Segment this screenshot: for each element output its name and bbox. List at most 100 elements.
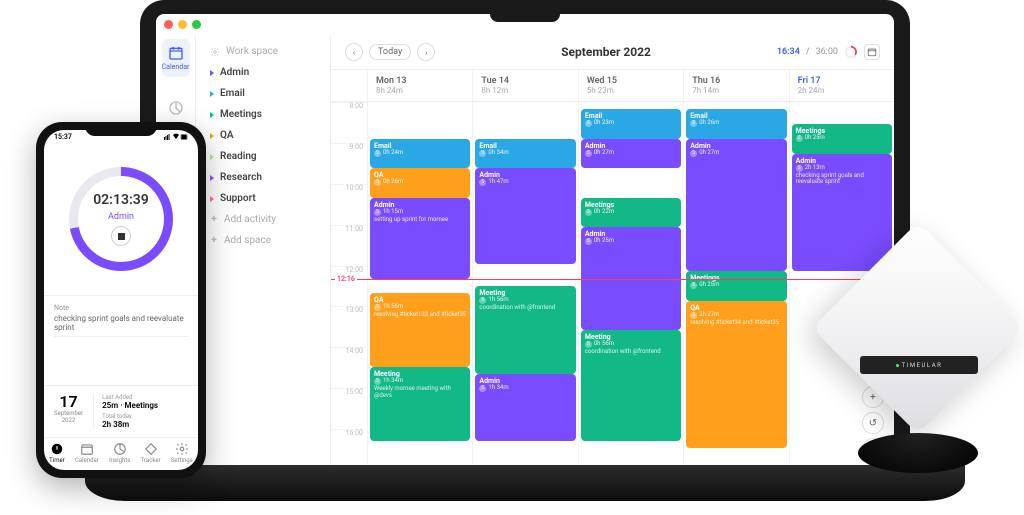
day-col-tue[interactable]: EmailS0h 34mAdminS1h 47m MeetingS1h 56mco… [472, 102, 577, 470]
activity-label: Support [220, 193, 256, 204]
tracker-body [812, 222, 1024, 434]
day-summary: 8h 24m [376, 86, 464, 95]
time-sep: / [806, 47, 810, 57]
day-name: Thu 16 [692, 76, 780, 86]
hour-label: 9:00 [331, 143, 367, 184]
phone-screen: 15:37 02:13:39 Admin Note checking sprin [44, 130, 198, 470]
calendar-event[interactable]: AdminS0h 27m [686, 139, 786, 271]
calendar-event[interactable]: EmailS0h 26m [686, 109, 786, 138]
timer-ring: 02:13:39 Admin [69, 167, 173, 271]
summary-month: September [54, 410, 83, 417]
sidebar-activity[interactable]: Email [206, 83, 320, 104]
tab-tracker[interactable]: Tracker [141, 442, 161, 464]
day-header[interactable]: Wed 155h 23m [578, 70, 683, 101]
calendar-event[interactable]: MeetingS1h 34mWeekly mornee meeting with… [370, 367, 470, 441]
hour-label: 10:00 [331, 184, 367, 225]
calendar-event[interactable]: AdminS1h 15msetting up sprint for mornee [370, 198, 470, 279]
note-section: Note checking sprint goals and reevaluat… [44, 295, 198, 345]
day-header[interactable]: Fri 172h 24m [789, 70, 894, 101]
calendar-icon [168, 45, 184, 61]
calendar-event[interactable]: QAS0h 26m [370, 168, 470, 197]
calendar-event[interactable]: AdminS1h 47m [475, 168, 575, 264]
prev-button[interactable]: ‹ [345, 43, 363, 61]
tracker-band: TIMEULAR [860, 356, 978, 374]
gear-icon [210, 47, 220, 57]
tab-label: Timer [49, 457, 65, 464]
tab-timer[interactable]: Timer [49, 442, 65, 464]
today-button[interactable]: Today [369, 44, 411, 60]
sidebar-activity[interactable]: Reading [206, 146, 320, 167]
summary-year: 2022 [54, 417, 83, 424]
header-right: 16:34 / 36:00 [777, 44, 880, 60]
next-button[interactable]: › [417, 43, 435, 61]
close-window-button[interactable] [164, 20, 173, 29]
activity-label: Research [220, 172, 262, 183]
calendar-event[interactable]: QAS1h 56mresolving #ticket133 and #ticke… [370, 293, 470, 367]
triangle-icon [210, 196, 214, 202]
day-header[interactable]: Thu 167h 14m [683, 70, 788, 101]
timer-icon [50, 442, 64, 456]
tab-insights[interactable]: Insights [109, 442, 130, 464]
phone-notch [85, 122, 157, 136]
tab-label: Calendar [75, 457, 99, 464]
tracker-device: TIMEULAR [828, 248, 1008, 428]
sidebar-activity[interactable]: QA [206, 125, 320, 146]
day-col-wed[interactable]: EmailS0h 23mAdminS0h 27mMeetingsS0h 22mA… [578, 102, 683, 470]
hour-label: 8:00 [331, 102, 367, 143]
note-label: Note [54, 304, 188, 312]
calendar-event[interactable]: MeetingS1h 56mcoordination with @fronten… [475, 286, 575, 374]
view-toggle-button[interactable] [864, 44, 880, 60]
day-col-thu[interactable]: EmailS0h 26mAdminS0h 27mMeetingsS0h 25mQ… [683, 102, 788, 470]
stop-button[interactable] [111, 226, 131, 246]
event-duration: S0h 25m [690, 282, 782, 289]
sidebar-workspace[interactable]: Work space [206, 41, 320, 62]
day-name: Tue 14 [481, 76, 569, 86]
day-summary: 5h 23m [587, 86, 675, 95]
day-header[interactable]: Tue 148h 12m [472, 70, 577, 101]
add-space-button[interactable]: +Add space [206, 230, 320, 251]
calendar-event[interactable]: AdminS0h 27m [581, 139, 681, 168]
maximize-window-button[interactable] [192, 20, 201, 29]
tab-settings[interactable]: Settings [171, 442, 193, 464]
calendar-header: ‹ Today › September 2022 16:34 / 36:00 [331, 35, 894, 70]
sidebar-activity[interactable]: Research [206, 167, 320, 188]
sidebar-activity[interactable]: Admin [206, 62, 320, 83]
day-name: Wed 15 [587, 76, 675, 86]
tab-bar: Timer Calendar Insights Tracker Settings [44, 437, 198, 470]
calendar-event[interactable]: MeetingsS0h 25m [686, 271, 786, 300]
calendar-event[interactable]: EmailS0h 34m [475, 139, 575, 168]
total-today-value: 2h 38m [102, 420, 158, 429]
hour-label: 14:00 [331, 347, 367, 388]
event-duration: S0h 56m [585, 341, 677, 348]
calendar-event[interactable]: EmailS0h 24m [370, 139, 470, 168]
add-activity-button[interactable]: +Add activity [206, 209, 320, 230]
tab-calendar[interactable]: Calendar [75, 442, 99, 464]
calendar-event[interactable]: MeetingsS0h 25m [792, 124, 892, 153]
last-added-label: Last Added [102, 394, 158, 401]
event-duration: S0h 22m [585, 209, 677, 216]
activity-label: Admin [220, 67, 249, 78]
note-input[interactable]: checking sprint goals and reevaluate spr… [54, 312, 188, 337]
timer-activity[interactable]: Admin [108, 212, 134, 222]
calendar-event[interactable]: MeetingS0h 56mcoordination with @fronten… [581, 330, 681, 440]
progress-ring-icon [844, 45, 858, 59]
tab-label: Settings [171, 457, 193, 464]
triangle-icon [210, 175, 214, 181]
calendar-event[interactable]: QAS2h 27mresolving #ticket34 and #ticket… [686, 301, 786, 448]
calendar-event[interactable]: MeetingsS0h 22m [581, 198, 681, 227]
rail-calendar[interactable]: Calendar [162, 39, 190, 77]
timer-ring-inner: 02:13:39 Admin [78, 176, 164, 262]
total-today-label: Total today [102, 413, 158, 420]
hour-label: 11:00 [331, 225, 367, 266]
event-duration: S2h 27m [690, 312, 782, 319]
sidebar-activity[interactable]: Meetings [206, 104, 320, 125]
calendar-grid[interactable]: 8:009:0010:0011:0012:0013:0014:0015:0016… [331, 102, 894, 470]
day-col-mon[interactable]: EmailS0h 24mQAS0h 26mAdminS1h 15msetting… [367, 102, 472, 470]
sidebar-activity[interactable]: Support [206, 188, 320, 209]
minimize-window-button[interactable] [178, 20, 187, 29]
day-header[interactable]: Mon 138h 24m [367, 70, 472, 101]
triangle-icon [210, 133, 214, 139]
now-time-label: 12:16 [335, 275, 357, 283]
calendar-event[interactable]: AdminS1h 34m [475, 374, 575, 440]
calendar-event[interactable]: EmailS0h 23m [581, 109, 681, 138]
